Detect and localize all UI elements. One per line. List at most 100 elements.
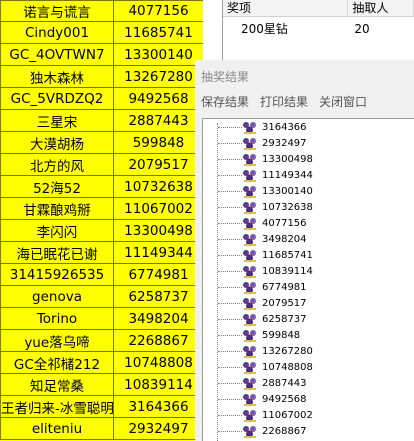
- participant-name-cell[interactable]: yue落乌啼: [0, 329, 114, 352]
- sheet-row[interactable]: GC全祁槠212 10748808: [0, 351, 203, 374]
- participant-name-cell[interactable]: GC全祁槠212: [0, 351, 114, 374]
- participant-id-cell[interactable]: 11685741: [113, 21, 203, 44]
- participant-name-cell[interactable]: eliteniu: [0, 417, 114, 440]
- participant-name-cell[interactable]: Torino: [0, 307, 114, 330]
- result-item[interactable]: 11149344: [203, 168, 414, 183]
- result-item[interactable]: 13267280: [203, 344, 414, 359]
- sheet-row[interactable]: 三星宋 2887443: [0, 109, 203, 132]
- participant-id-cell[interactable]: 599848: [113, 131, 203, 154]
- result-item[interactable]: 11685741: [203, 248, 414, 263]
- participant-id-cell[interactable]: 4077156: [113, 0, 203, 22]
- sheet-row[interactable]: 王者归来-冰雪聪明 3164366: [0, 395, 203, 418]
- participant-id-cell[interactable]: 13300140: [113, 43, 203, 66]
- sheet-row[interactable]: GC_4OVTWN7 13300140: [0, 43, 203, 66]
- participant-id-cell[interactable]: 10748808: [113, 351, 203, 374]
- result-item[interactable]: 3498204: [203, 232, 414, 247]
- participant-name-cell[interactable]: 诺言与谎言: [0, 0, 114, 22]
- participant-name-cell[interactable]: 李闪闪: [0, 219, 114, 242]
- column-header-prize[interactable]: 奖项: [223, 0, 349, 16]
- participant-name-cell[interactable]: 甘霖酿鸡掰: [0, 197, 114, 220]
- participant-id-cell[interactable]: 3498204: [113, 307, 203, 330]
- participant-name-cell[interactable]: 知足常桑: [0, 373, 114, 396]
- sheet-row[interactable]: GC_5VRDZQ2 9492568: [0, 87, 203, 110]
- results-tree[interactable]: 3164366 2932497 13300498 11149344 13300140 10…: [202, 118, 414, 441]
- participant-name-cell[interactable]: Cindy001: [0, 21, 114, 44]
- sheet-row[interactable]: 诺言与谎言 4077156: [0, 0, 203, 22]
- result-id: 3164366: [262, 122, 307, 133]
- result-id: 11067002: [262, 410, 313, 421]
- sheet-row[interactable]: 52海52 10732638: [0, 175, 203, 198]
- result-item[interactable]: 13300140: [203, 184, 414, 199]
- result-item[interactable]: 13300498: [203, 152, 414, 167]
- user-group-icon: [242, 201, 258, 215]
- participant-id-cell[interactable]: 2887443: [113, 109, 203, 132]
- sheet-row[interactable]: 31415926535 6774981: [0, 263, 203, 286]
- participant-name-cell[interactable]: 三星宋: [0, 109, 114, 132]
- participant-id-cell[interactable]: 2268867: [113, 329, 203, 352]
- result-id: 3498204: [262, 234, 307, 245]
- close-window-button[interactable]: 关闭窗口: [319, 93, 367, 110]
- result-item[interactable]: 10839114: [203, 264, 414, 279]
- participant-name-cell[interactable]: genova: [0, 285, 114, 308]
- sheet-row[interactable]: 知足常桑 10839114: [0, 373, 203, 396]
- sheet-row[interactable]: yue落乌啼 2268867: [0, 329, 203, 352]
- participant-name-cell[interactable]: 海已眠花已谢: [0, 241, 114, 264]
- result-item[interactable]: 10748808: [203, 360, 414, 375]
- result-item[interactable]: 2887443: [203, 376, 414, 391]
- sheet-row[interactable]: 甘霖酿鸡掰 11067002: [0, 197, 203, 220]
- sheet-row[interactable]: eliteniu 2932497: [0, 417, 203, 440]
- column-header-count[interactable]: 抽取人: [348, 0, 414, 16]
- result-item[interactable]: 6774981: [203, 280, 414, 295]
- participant-name-cell[interactable]: 北方的风: [0, 153, 114, 176]
- sheet-row[interactable]: Torino 3498204: [0, 307, 203, 330]
- result-id: 2932497: [262, 138, 307, 149]
- participant-id-cell[interactable]: 11149344: [113, 241, 203, 264]
- sheet-row[interactable]: Cindy001 11685741: [0, 21, 203, 44]
- result-item[interactable]: 2079517: [203, 296, 414, 311]
- result-item[interactable]: 11067002: [203, 408, 414, 423]
- print-results-button[interactable]: 打印结果: [260, 93, 308, 110]
- result-item[interactable]: 4077156: [203, 216, 414, 231]
- participant-name-cell[interactable]: 独木森林: [0, 65, 114, 88]
- save-results-button[interactable]: 保存结果: [201, 93, 249, 110]
- prize-name: 200星钻: [241, 22, 288, 36]
- participant-id-cell[interactable]: 2932497: [113, 417, 203, 440]
- participant-name-cell[interactable]: 王者归来-冰雪聪明: [0, 395, 114, 418]
- result-item[interactable]: 2932497: [203, 136, 414, 151]
- prize-count: 20: [354, 22, 370, 36]
- sheet-row[interactable]: 海已眠花已谢 11149344: [0, 241, 203, 264]
- dialog-title: 抽奖结果: [201, 70, 250, 84]
- sheet-row[interactable]: 独木森林 13267280: [0, 65, 203, 88]
- prize-row[interactable]: 200星钻 20: [223, 20, 414, 38]
- participant-id-cell[interactable]: 10732638: [113, 175, 203, 198]
- participant-name-cell[interactable]: 31415926535: [0, 263, 114, 286]
- participant-id-cell[interactable]: 6258737: [113, 285, 203, 308]
- tree-branch-line: [218, 319, 242, 320]
- participant-name-cell[interactable]: 52海52: [0, 175, 114, 198]
- result-id: 6774981: [262, 282, 307, 293]
- result-item[interactable]: 6258737: [203, 312, 414, 327]
- sheet-row[interactable]: 北方的风 2079517: [0, 153, 203, 176]
- participant-name-cell[interactable]: 大漠胡杨: [0, 131, 114, 154]
- result-item[interactable]: 2268867: [203, 424, 414, 439]
- result-id: 11685741: [262, 250, 313, 261]
- sheet-row[interactable]: 李闪闪 13300498: [0, 219, 203, 242]
- result-item[interactable]: 3164366: [203, 120, 414, 135]
- participant-id-cell[interactable]: 3164366: [113, 395, 203, 418]
- participant-id-cell[interactable]: 9492568: [113, 87, 203, 110]
- participant-id-cell[interactable]: 6774981: [113, 263, 203, 286]
- participant-name-cell[interactable]: GC_5VRDZQ2: [0, 87, 114, 110]
- participant-id-cell[interactable]: 13300498: [113, 219, 203, 242]
- result-id: 6258737: [262, 314, 307, 325]
- participant-id-cell[interactable]: 10839114: [113, 373, 203, 396]
- result-item[interactable]: 9492568: [203, 392, 414, 407]
- sheet-row[interactable]: 大漠胡杨 599848: [0, 131, 203, 154]
- result-item[interactable]: 599848: [203, 328, 414, 343]
- tree-branch-line: [218, 223, 242, 224]
- sheet-row[interactable]: genova 6258737: [0, 285, 203, 308]
- participant-id-cell[interactable]: 2079517: [113, 153, 203, 176]
- participant-id-cell[interactable]: 13267280: [113, 65, 203, 88]
- result-item[interactable]: 10732638: [203, 200, 414, 215]
- participant-name-cell[interactable]: GC_4OVTWN7: [0, 43, 114, 66]
- participant-id-cell[interactable]: 11067002: [113, 197, 203, 220]
